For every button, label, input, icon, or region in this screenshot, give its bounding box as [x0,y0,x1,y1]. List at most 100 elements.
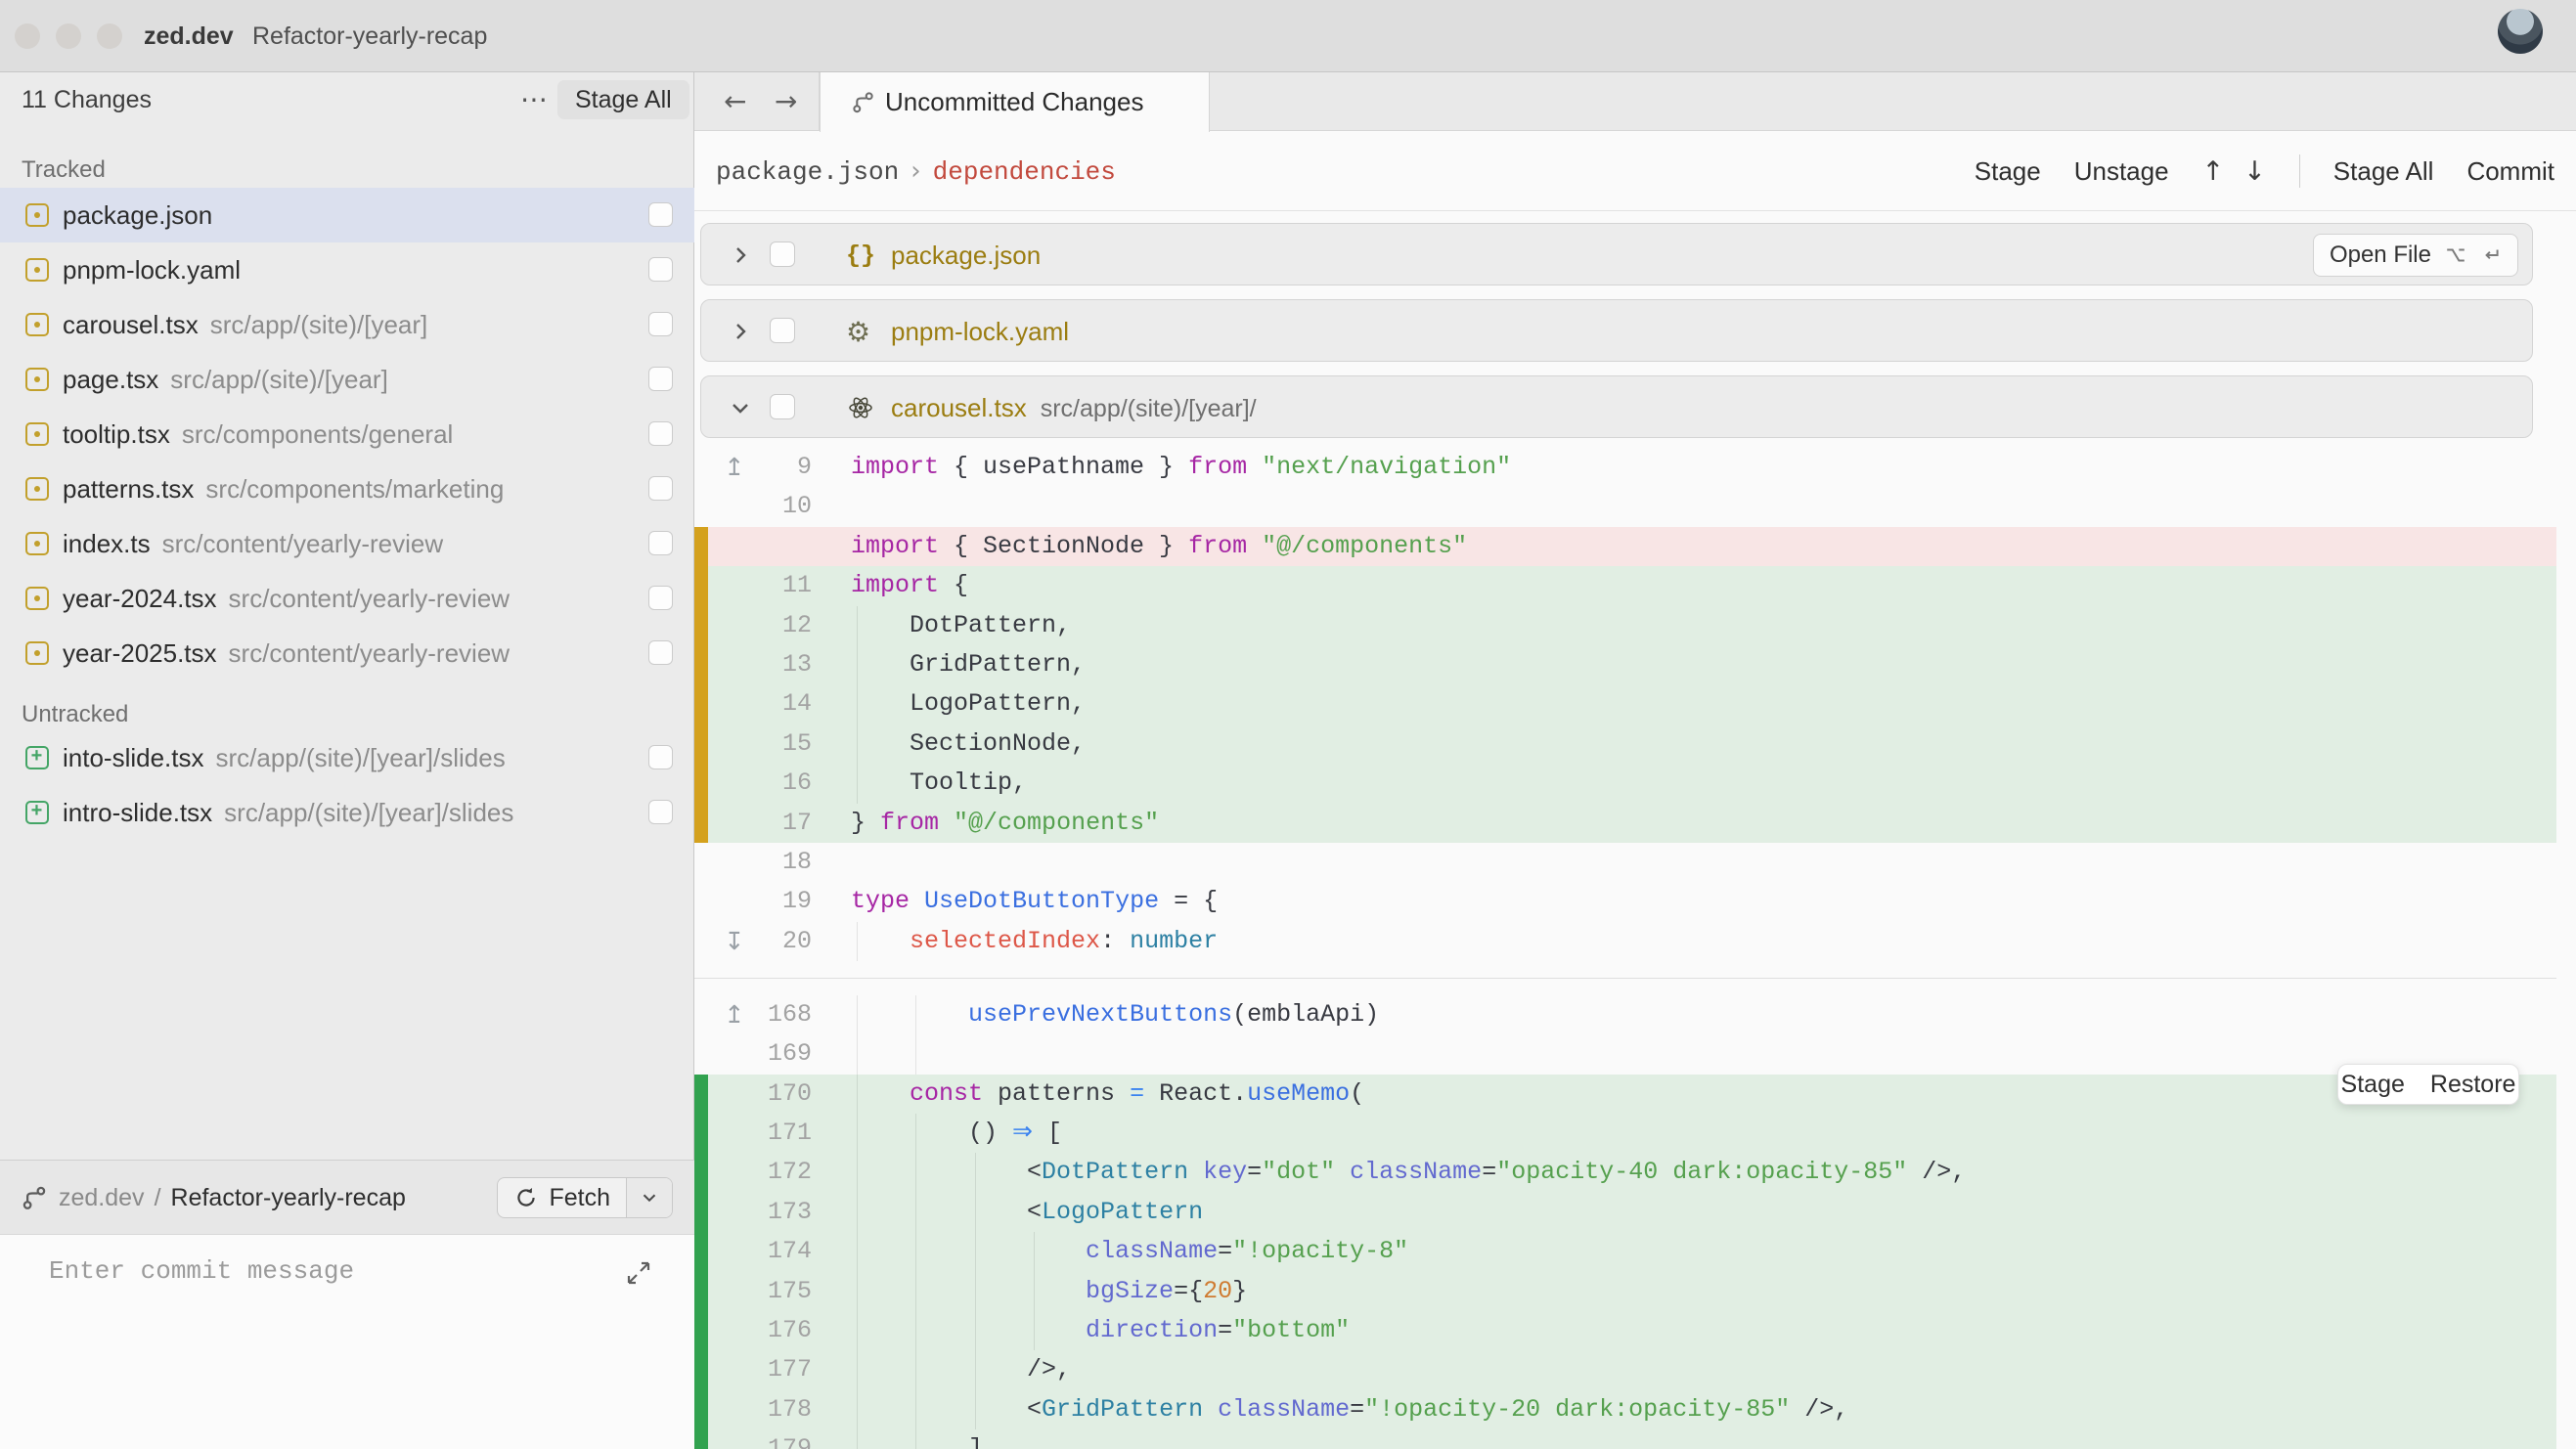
code-line-19: 19type UseDotButtonType = { [694,882,2576,921]
file-path: src/components/general [182,419,453,449]
git-modified-icon [25,258,49,282]
code-text: SectionNode, [851,724,1086,764]
file-checkbox[interactable] [770,242,795,267]
stage-checkbox[interactable] [648,745,673,769]
code-line-18: 18 [694,843,2576,882]
git-added-icon [25,801,49,824]
line-number: 177 [694,1350,812,1389]
file-name: pnpm-lock.yaml [63,242,241,297]
file-path: src/app/(site)/[year] [170,365,388,394]
chevron-down-icon[interactable] [727,394,754,421]
file-row-into-slide.tsx[interactable]: into-slide.tsxsrc/app/(site)/[year]/slid… [0,730,694,785]
file-card-pnpm-lock[interactable]: ⚙ pnpm-lock.yaml [700,299,2533,362]
open-file-button[interactable]: Open File [2313,234,2518,277]
stage-checkbox[interactable] [648,640,673,665]
file-row-patterns.tsx[interactable]: patterns.tsxsrc/components/marketing [0,461,694,516]
code-line-15: 15 SectionNode, [694,724,2576,764]
file-card-package-json[interactable]: {} package.json Open File [700,223,2533,285]
window-zoom-icon[interactable] [97,23,122,49]
file-card-name[interactable]: carousel.tsxsrc/app/(site)/[year]/ [891,376,1257,439]
file-row-intro-slide.tsx[interactable]: intro-slide.tsxsrc/app/(site)/[year]/sli… [0,785,694,840]
file-path: src/components/marketing [205,474,504,504]
stage-checkbox[interactable] [648,586,673,610]
chevron-right-icon[interactable] [727,242,754,269]
prev-hunk-icon[interactable]: ↑ [2202,156,2225,187]
commit-message-editor[interactable]: Enter commit message [0,1234,694,1449]
unstage-button[interactable]: Unstage [2074,156,2169,187]
toolbar-actions: Stage Unstage ↑ ↓ Stage All Commit [1975,131,2554,211]
stage-checkbox[interactable] [648,312,673,336]
added-hunk-bar [694,1311,708,1350]
file-checkbox[interactable] [770,318,795,343]
commit-message-placeholder: Enter commit message [49,1256,354,1286]
added-hunk-bar [694,1390,708,1429]
file-row-year-2024.tsx[interactable]: year-2024.tsxsrc/content/yearly-review [0,571,694,626]
file-row-index.ts[interactable]: index.tssrc/content/yearly-review [0,516,694,571]
line-number: 16 [694,764,812,803]
hunk-restore-button[interactable]: Restore [2430,1071,2516,1099]
fetch-button[interactable]: Fetch [497,1177,673,1218]
stage-checkbox[interactable] [648,367,673,391]
tab-label: Uncommitted Changes [885,72,1143,131]
breadcrumb[interactable]: package.json›dependencies [716,131,1116,211]
titlebar: zed.dev Refactor-yearly-recap [0,0,2576,72]
document-title: Refactor-yearly-recap [252,0,487,72]
chevron-right-icon[interactable] [727,318,754,345]
stage-checkbox[interactable] [648,257,673,282]
repo-name[interactable]: zed.dev [59,1184,145,1212]
code-text: bgSize={20} [851,1272,1247,1311]
file-row-tooltip.tsx[interactable]: tooltip.tsxsrc/components/general [0,407,694,461]
hunk-separator [694,961,2576,995]
file-card-path: src/app/(site)/[year]/ [1041,395,1257,422]
window-minimize-icon[interactable] [56,23,81,49]
commit-button[interactable]: Commit [2466,156,2554,187]
code-line-172: 172 <DotPattern key="dot" className="opa… [694,1153,2576,1192]
file-card-name[interactable]: package.json [891,224,1041,286]
file-checkbox[interactable] [770,394,795,419]
nav-forward-icon[interactable]: → [775,72,797,131]
stage-checkbox[interactable] [648,531,673,555]
line-number: 9 [694,448,812,487]
file-row-pnpm-lock.yaml[interactable]: pnpm-lock.yaml [0,242,694,297]
line-number: 170 [694,1075,812,1114]
code-line-13: 13 GridPattern, [694,645,2576,684]
file-row-package.json[interactable]: package.json [0,188,694,242]
expand-icon[interactable] [622,1256,655,1290]
code-line-20: ↧20 selectedIndex: number [694,922,2576,961]
avatar[interactable] [2498,9,2543,54]
code-line-16: 16 Tooltip, [694,764,2576,803]
nav-back-icon[interactable]: ← [724,72,746,131]
stage-checkbox[interactable] [648,800,673,824]
code-text: <DotPattern key="dot" className="opacity… [851,1153,1966,1192]
added-hunk-bar [694,1114,708,1153]
file-row-carousel.tsx[interactable]: carousel.tsxsrc/app/(site)/[year] [0,297,694,352]
next-hunk-icon[interactable]: ↓ [2243,156,2266,187]
overflow-menu-icon[interactable]: ⋯ [512,78,555,121]
stage-checkbox[interactable] [648,202,673,227]
stage-all-button[interactable]: Stage All [2333,156,2434,187]
window-close-icon[interactable] [15,23,40,49]
code-text: } from "@/components" [851,804,1159,843]
stage-checkbox[interactable] [648,421,673,446]
stage-all-button[interactable]: Stage All [557,80,689,119]
code-text: className="!opacity-8" [851,1232,1408,1271]
line-number: 175 [694,1272,812,1311]
branch-name[interactable]: Refactor-yearly-recap [171,1184,406,1212]
stage-button[interactable]: Stage [1975,156,2041,187]
git-modified-icon [25,422,49,446]
app-title: zed.dev [144,0,234,72]
line-number: 14 [694,684,812,724]
file-row-year-2025.tsx[interactable]: year-2025.tsxsrc/content/yearly-review [0,626,694,681]
file-card-carousel[interactable]: carousel.tsxsrc/app/(site)/[year]/ [700,375,2533,438]
fetch-dropdown[interactable] [626,1178,672,1217]
file-row-page.tsx[interactable]: page.tsxsrc/app/(site)/[year] [0,352,694,407]
toolbar-divider [2299,154,2300,188]
chevron-down-icon [639,1187,660,1208]
stage-checkbox[interactable] [648,476,673,501]
tab-uncommitted-changes[interactable]: Uncommitted Changes [820,72,1210,132]
file-name: package.json [63,188,212,242]
code-text: const patterns = React.useMemo( [851,1075,1364,1114]
hunk-stage-button[interactable]: Stage [2341,1071,2405,1099]
file-path: src/content/yearly-review [162,529,444,558]
file-card-name[interactable]: pnpm-lock.yaml [891,300,1069,363]
